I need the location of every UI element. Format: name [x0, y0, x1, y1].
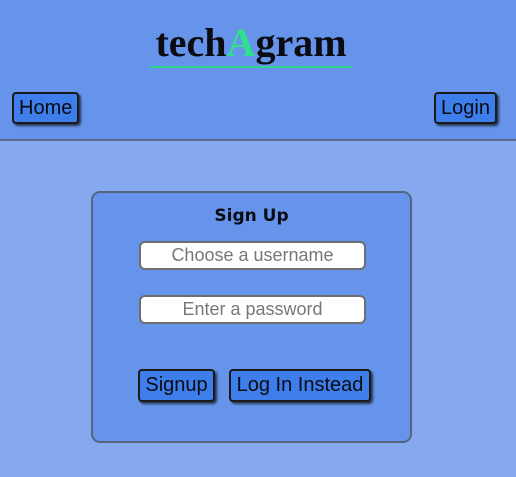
signup-button[interactable]: Signup [138, 369, 215, 402]
login-button[interactable]: Login [434, 92, 497, 124]
login-instead-button[interactable]: Log In Instead [229, 369, 371, 402]
site-header: techAgram Home Login [0, 0, 516, 141]
logo-accent-letter: A [226, 20, 256, 65]
logo-suffix: gram [255, 20, 347, 65]
signup-card: Sign Up Signup Log In Instead [91, 191, 412, 443]
site-logo: techAgram [150, 20, 352, 68]
username-input[interactable] [139, 241, 366, 270]
logo-prefix: tech [155, 20, 227, 65]
password-input[interactable] [139, 295, 366, 324]
home-button[interactable]: Home [12, 92, 79, 124]
signup-title: Sign Up [214, 206, 289, 226]
